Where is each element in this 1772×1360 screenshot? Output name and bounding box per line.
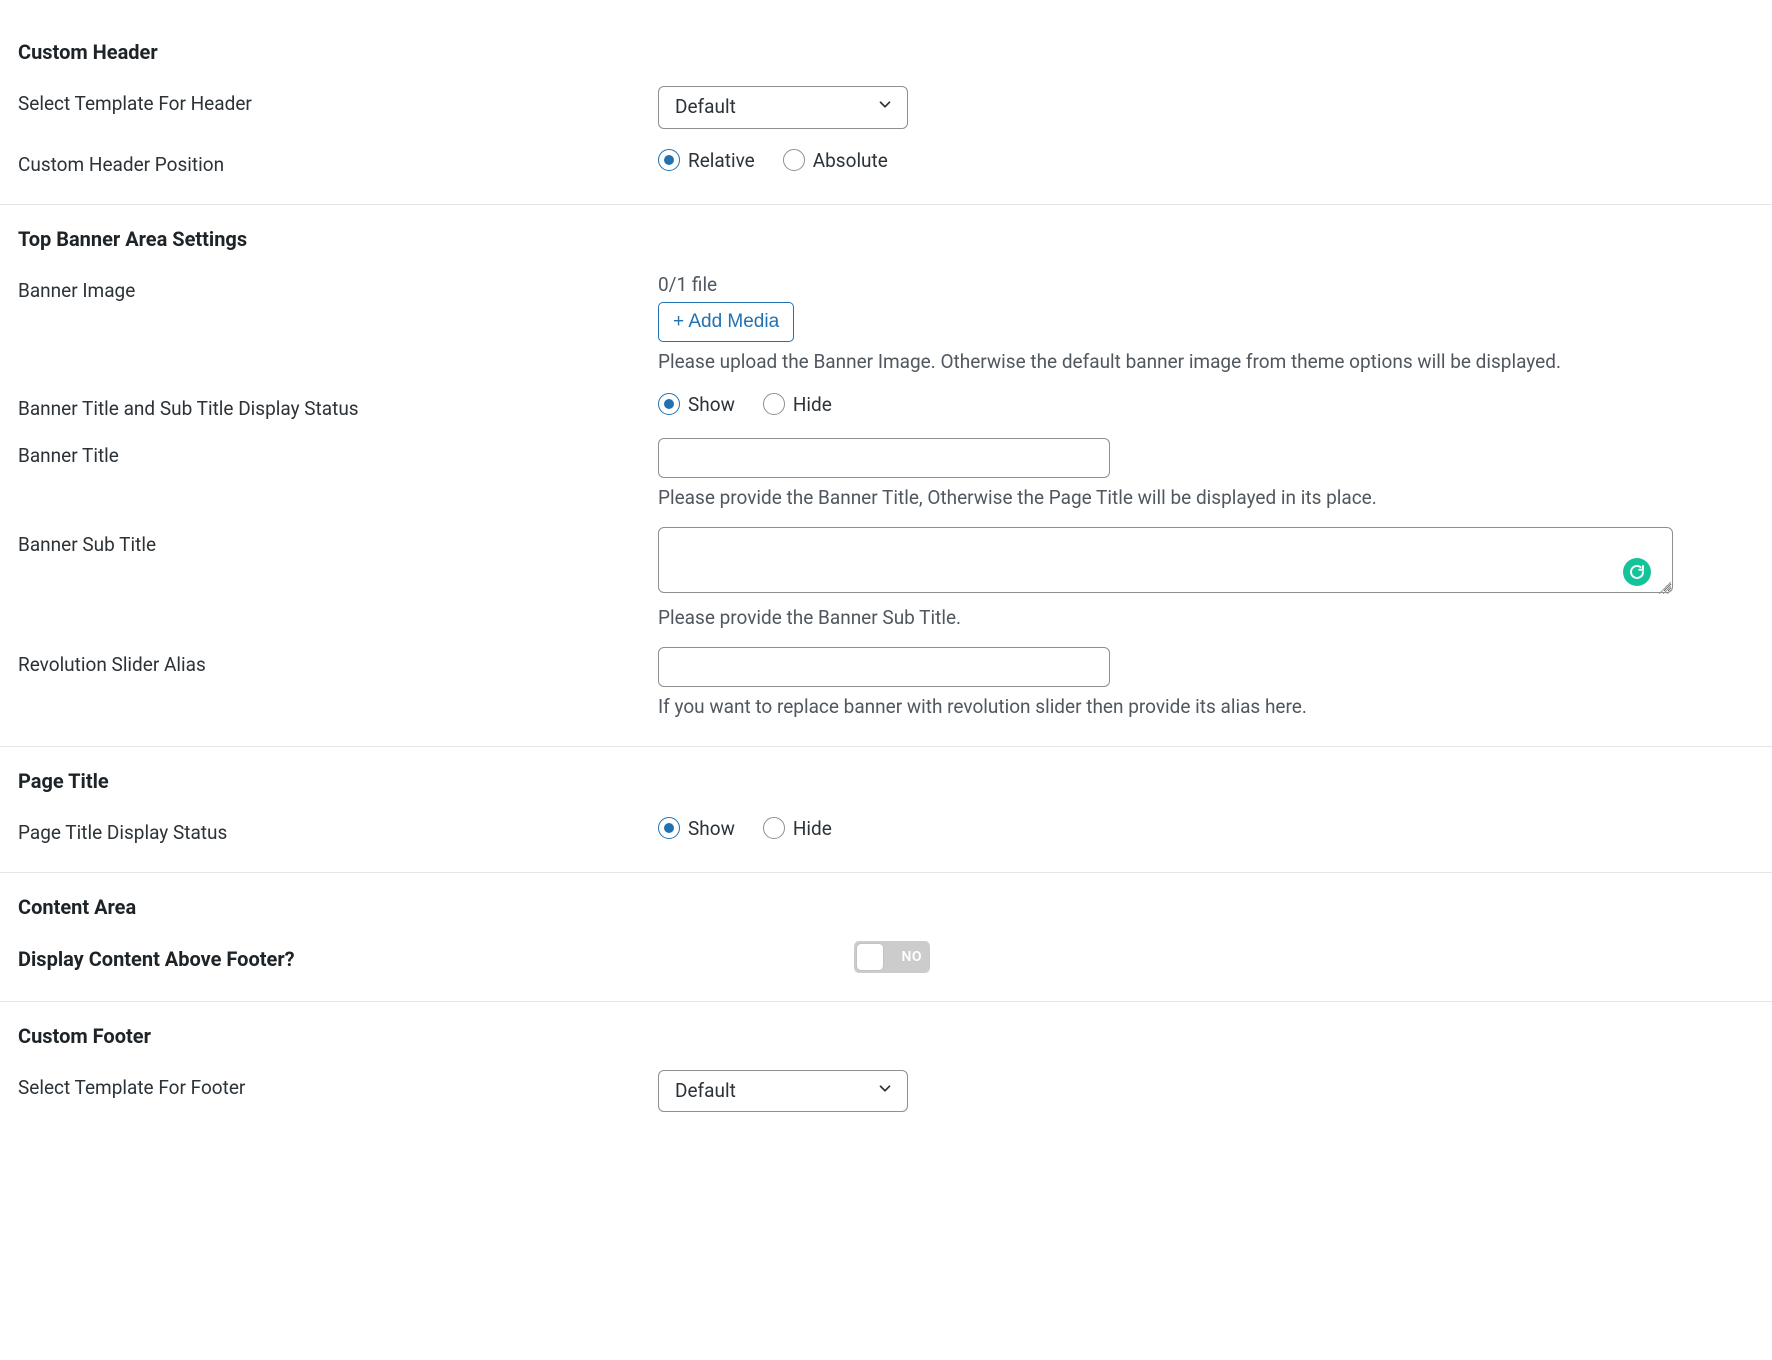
page-title-display-radio-group: Show Hide [658,815,1754,840]
toggle-state: NO [901,949,922,965]
radio-icon [658,149,680,171]
radio-icon [763,817,785,839]
rev-slider-alias-input[interactable] [658,647,1110,687]
radio-label: Hide [793,817,832,840]
radio-page-title-show[interactable]: Show [658,817,735,840]
radio-banner-display-hide[interactable]: Hide [763,393,832,416]
section-title-top-banner: Top Banner Area Settings [0,205,1772,259]
banner-title-input[interactable] [658,438,1110,478]
radio-header-position-relative[interactable]: Relative [658,149,755,172]
radio-label: Relative [688,149,755,172]
settings-page: Custom Header Select Template For Header… [0,0,1772,1180]
banner-display-radio-group: Show Hide [658,391,1754,416]
display-above-footer-toggle[interactable]: NO [854,941,930,973]
help-banner-sub-title: Please provide the Banner Sub Title. [658,606,1754,629]
banner-image-file-count: 0/1 file [658,273,1754,296]
banner-sub-title-textarea[interactable] [658,527,1673,593]
radio-label: Absolute [813,149,888,172]
section-title-custom-header: Custom Header [0,18,1772,72]
radio-icon [783,149,805,171]
radio-banner-display-show[interactable]: Show [658,393,735,416]
section-custom-header: Custom Header Select Template For Header… [0,18,1772,205]
header-template-select-wrap: Default [658,86,908,129]
help-banner-image: Please upload the Banner Image. Otherwis… [658,350,1754,373]
toggle-knob [857,944,883,970]
label-page-title-display-status: Page Title Display Status [18,815,658,844]
radio-label: Hide [793,393,832,416]
radio-icon [658,393,680,415]
radio-page-title-hide[interactable]: Hide [763,817,832,840]
label-banner-sub-title: Banner Sub Title [18,527,658,556]
label-banner-image: Banner Image [18,273,658,302]
section-content-area: Content Area Display Content Above Foote… [0,873,1772,1002]
add-media-button[interactable]: + Add Media [658,302,794,342]
section-page-title: Page Title Page Title Display Status Sho… [0,747,1772,873]
header-position-radio-group: Relative Absolute [658,147,1754,172]
help-rev-slider-alias: If you want to replace banner with revol… [658,695,1754,718]
radio-label: Show [688,817,735,840]
label-header-template: Select Template For Header [18,86,658,115]
label-header-position: Custom Header Position [18,147,658,176]
section-custom-footer: Custom Footer Select Template For Footer… [0,1002,1772,1141]
radio-header-position-absolute[interactable]: Absolute [783,149,888,172]
help-banner-title: Please provide the Banner Title, Otherwi… [658,486,1754,509]
label-footer-template: Select Template For Footer [18,1070,658,1099]
section-top-banner: Top Banner Area Settings Banner Image 0/… [0,205,1772,747]
footer-template-select[interactable]: Default [658,1070,908,1113]
radio-icon [658,817,680,839]
radio-icon [763,393,785,415]
radio-label: Show [688,393,735,416]
label-banner-title: Banner Title [18,438,658,467]
header-template-select[interactable]: Default [658,86,908,129]
label-display-above-footer: Display Content Above Footer? [18,943,854,971]
section-title-page-title: Page Title [0,747,1772,801]
label-rev-slider-alias: Revolution Slider Alias [18,647,658,676]
label-banner-display-status: Banner Title and Sub Title Display Statu… [18,391,658,420]
section-title-custom-footer: Custom Footer [0,1002,1772,1056]
banner-sub-title-wrap [658,527,1673,598]
section-title-content-area: Content Area [0,873,1772,927]
footer-template-select-wrap: Default [658,1070,908,1113]
